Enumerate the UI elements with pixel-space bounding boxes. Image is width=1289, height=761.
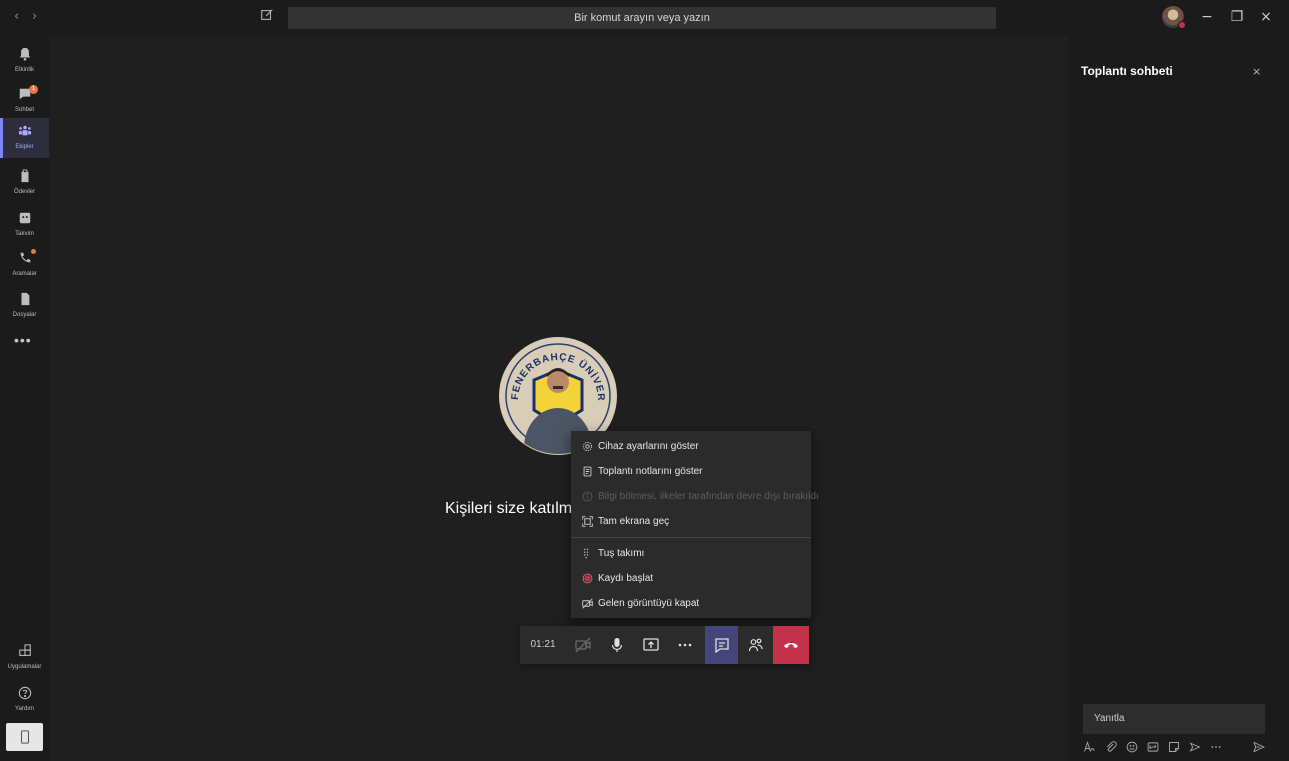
rail-item-activity[interactable]: Etkinlik — [0, 41, 49, 81]
menu-item-turn-off-incoming-video[interactable]: Gelen görüntüyü kapat — [571, 592, 811, 616]
record-icon — [582, 573, 593, 584]
menu-divider — [571, 537, 811, 538]
menu-item-start-recording[interactable]: Kaydı başlat — [571, 567, 811, 591]
format-icon[interactable] — [1083, 741, 1095, 753]
more-actions-button[interactable] — [668, 626, 701, 664]
app-rail: Etkinlik 1 Sohbet Ekipler Ödevler Takvim… — [0, 35, 49, 761]
rail-item-calls[interactable]: Aramalar — [0, 245, 49, 285]
more-actions-menu: Cihaz ayarlarını göster Toplantı notları… — [571, 431, 819, 618]
close-window-button[interactable]: × — [1257, 8, 1275, 26]
restore-button[interactable]: ❐ — [1228, 8, 1246, 26]
microphone-icon — [611, 638, 623, 652]
menu-item-label: Kaydı başlat — [598, 573, 654, 584]
video-off-icon — [582, 598, 593, 609]
back-arrow-icon[interactable]: ‹ — [14, 9, 19, 24]
teams-window: ‹ › Bir komut arayın veya yazın − ❐ × Et… — [0, 0, 1289, 761]
microphone-toggle-button[interactable] — [600, 626, 633, 664]
minimize-button[interactable]: − — [1198, 8, 1216, 26]
meeting-stage: FENERBAHÇE ÜNİVERSİTESİ Kişileri size ka… — [49, 35, 1068, 761]
menu-item-label: Toplantı notlarını göster — [598, 466, 703, 477]
menu-item-info-pane: Bilgi bölmesi, ilkeler tarafından devre … — [571, 485, 819, 509]
forward-arrow-icon[interactable]: › — [32, 9, 37, 24]
title-bar: ‹ › Bir komut arayın veya yazın − ❐ × — [0, 0, 1289, 35]
menu-item-label: Bilgi bölmesi, ilkeler tarafından devre … — [598, 491, 819, 502]
menu-item-device-settings[interactable]: Cihaz ayarlarını göster — [571, 435, 811, 459]
mobile-device-button[interactable] — [6, 723, 43, 751]
more-apps-button[interactable]: ••• — [14, 332, 32, 348]
apps-icon — [19, 644, 31, 656]
gear-icon — [582, 441, 593, 452]
rail-item-label: Dosyalar — [12, 312, 37, 318]
rail-item-label: Aramalar — [12, 271, 37, 277]
participants-icon — [748, 638, 763, 652]
rail-item-chat[interactable]: 1 Sohbet — [0, 81, 49, 121]
menu-item-label: Tam ekrana geç — [598, 516, 670, 527]
rail-item-label: Etkinlik — [14, 67, 34, 73]
camera-toggle-button[interactable] — [566, 626, 599, 664]
rail-item-label: Sohbet — [14, 107, 35, 113]
rail-item-help[interactable]: Yardım — [0, 680, 49, 720]
notification-dot — [31, 249, 36, 254]
gif-icon[interactable] — [1147, 741, 1159, 753]
calendar-icon — [19, 212, 31, 224]
hang-up-button[interactable] — [773, 626, 809, 664]
share-screen-button[interactable] — [634, 626, 667, 664]
bell-icon — [19, 47, 31, 61]
attach-icon[interactable] — [1105, 741, 1117, 753]
call-duration: 01:21 — [530, 639, 556, 650]
chat-panel-title: Toplantı sohbeti — [1081, 64, 1173, 78]
help-icon — [18, 686, 32, 700]
schedule-meeting-icon[interactable] — [1189, 741, 1201, 753]
more-options-icon[interactable] — [1210, 741, 1222, 753]
rail-item-label: Yardım — [15, 706, 34, 712]
keypad-icon — [584, 548, 589, 559]
menu-item-fullscreen[interactable]: Tam ekrana geç — [571, 510, 811, 534]
mobile-icon — [20, 730, 30, 744]
teams-icon — [18, 125, 32, 136]
show-conversation-button[interactable] — [705, 626, 738, 664]
rail-item-assignments[interactable]: Ödevler — [0, 163, 49, 203]
fullscreen-icon — [582, 516, 593, 527]
rail-item-teams[interactable]: Ekipler — [0, 118, 49, 158]
rail-item-label: Ödevler — [13, 189, 35, 195]
notes-icon — [583, 466, 592, 477]
rail-item-label: Ekipler — [15, 144, 34, 150]
camera-off-icon — [575, 637, 591, 653]
emoji-icon[interactable] — [1126, 741, 1138, 753]
send-icon[interactable] — [1253, 741, 1265, 753]
phone-icon — [20, 252, 31, 263]
invite-message: Kişileri size katılmaya davet edin — [445, 500, 575, 517]
rail-item-files[interactable]: Dosyalar — [0, 286, 49, 326]
rail-item-label: Takvim — [15, 231, 34, 237]
menu-item-meeting-notes[interactable]: Toplantı notlarını göster — [571, 460, 811, 484]
call-controls-bar: 01:21 — [520, 626, 809, 664]
menu-item-label: Gelen görüntüyü kapat — [598, 598, 700, 609]
file-icon — [21, 292, 30, 306]
info-icon — [582, 491, 593, 502]
unread-badge: 1 — [29, 85, 38, 94]
menu-item-keypad[interactable]: Tuş takımı — [571, 542, 811, 566]
rail-item-calendar[interactable]: Takvim — [0, 205, 49, 245]
show-participants-button[interactable] — [739, 626, 772, 664]
assignments-icon — [21, 169, 29, 183]
rail-item-apps[interactable]: Uygulamalar — [0, 638, 49, 678]
menu-item-label: Cihaz ayarlarını göster — [598, 441, 699, 452]
rail-item-label: Uygulamalar — [7, 664, 42, 670]
menu-item-label: Tuş takımı — [598, 548, 645, 559]
share-screen-icon — [643, 638, 659, 651]
reply-input[interactable]: Yanıtla — [1083, 704, 1265, 734]
hang-up-icon — [784, 643, 798, 648]
command-search-input[interactable]: Bir komut arayın veya yazın — [288, 7, 996, 29]
sticker-icon[interactable] — [1168, 741, 1180, 753]
close-chat-button[interactable]: × — [1252, 65, 1261, 78]
compose-icon[interactable] — [260, 8, 278, 26]
presence-status-badge — [1178, 21, 1186, 29]
chat-icon — [715, 638, 729, 653]
more-icon — [678, 643, 692, 647]
meeting-chat-panel: Toplantı sohbeti × Yanıtla — [1068, 35, 1289, 761]
